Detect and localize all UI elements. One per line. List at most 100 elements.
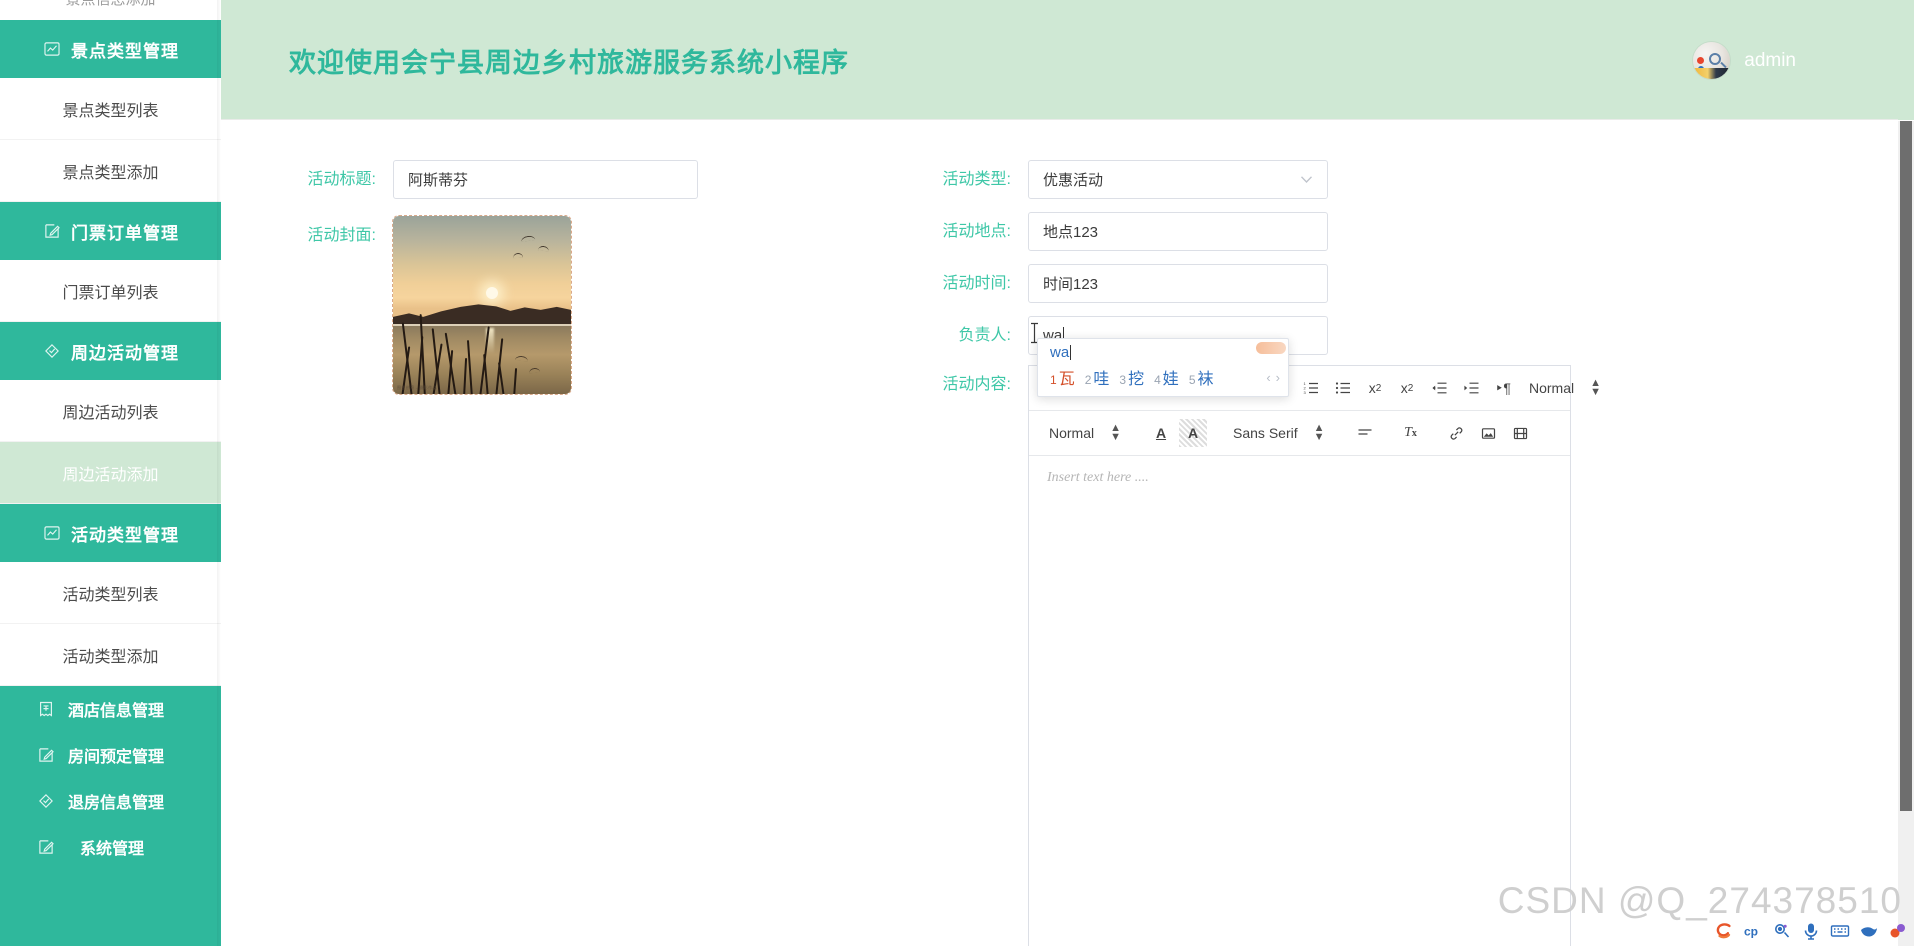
- field-activity-cover: 活动封面: 图虫创意 - 摄影作品: [256, 215, 776, 395]
- ime-candidate-num: 3: [1119, 373, 1127, 387]
- text-color-icon[interactable]: A: [1147, 419, 1175, 447]
- ime-candidate-1[interactable]: 1瓦: [1050, 365, 1075, 389]
- sidebar-group-nearby-activity[interactable]: 周边活动管理: [0, 322, 221, 380]
- ime-candidate-num: 4: [1154, 373, 1161, 387]
- ime-decoration: [1256, 342, 1286, 354]
- user-menu[interactable]: admin: [1693, 42, 1796, 79]
- background-color-icon[interactable]: A: [1179, 419, 1208, 447]
- ime-candidate-text: 娃: [1162, 371, 1179, 388]
- editor-toolbar-row-2: Normal ▲ ▼ A A Sans Serif ▲ ▼ Tx: [1029, 411, 1570, 456]
- activity-location-value: 地点123: [1043, 224, 1099, 241]
- sidebar-item-label: 景点类型添加: [62, 164, 159, 182]
- sidebar-item-label: 退房信息管理: [68, 795, 165, 812]
- pigeon-icon[interactable]: [1859, 921, 1879, 941]
- field-activity-title: 活动标题: 阿斯蒂芬: [256, 160, 776, 199]
- diamond-icon: [42, 341, 62, 361]
- sidebar-item-scenic-type-add[interactable]: 景点类型添加: [0, 140, 221, 202]
- image-icon[interactable]: [1475, 419, 1503, 447]
- text-direction-icon[interactable]: ‣¶: [1489, 374, 1517, 402]
- activity-type-label: 活动类型:: [942, 171, 1011, 188]
- sidebar-item-room-booking[interactable]: 房间预定管理: [0, 732, 221, 778]
- edit-icon: [36, 745, 56, 765]
- sidebar-item-label: 系统管理: [80, 841, 145, 858]
- chinese-english-toggle-icon[interactable]: cp: [1743, 921, 1763, 941]
- header-style-select-row1[interactable]: Normal ▲ ▼: [1523, 378, 1607, 398]
- sidebar-item-nearby-activity-add[interactable]: 周边活动添加: [0, 442, 221, 504]
- sidebar-item-partial-top[interactable]: 景点信息添加: [0, 0, 221, 20]
- avatar: [1693, 42, 1731, 79]
- clear-format-icon[interactable]: Tx: [1397, 419, 1425, 447]
- username-label: admin: [1744, 49, 1796, 71]
- font-family-select[interactable]: Sans Serif ▲ ▼: [1227, 423, 1330, 443]
- editor-placeholder: Insert text here ....: [1047, 470, 1149, 485]
- sidebar-group-ticket-order[interactable]: 门票订单管理: [0, 202, 221, 260]
- ime-candidate-text: 哇: [1093, 371, 1110, 388]
- activity-location-input[interactable]: 地点123: [1028, 212, 1328, 251]
- ime-candidate-3[interactable]: 3挖: [1119, 365, 1144, 389]
- sidebar-item-activity-type-add[interactable]: 活动类型添加: [0, 624, 221, 686]
- sidebar-group-activity-type[interactable]: 活动类型管理: [0, 504, 221, 562]
- microphone-icon[interactable]: [1801, 921, 1821, 941]
- activity-owner-label: 负责人:: [958, 327, 1011, 344]
- sidebar-item-nearby-activity-list[interactable]: 周边活动列表: [0, 380, 221, 442]
- activity-cover-thumbnail[interactable]: 图虫创意 - 摄影作品: [392, 215, 572, 395]
- svg-text:cp: cp: [1744, 925, 1758, 939]
- sidebar-item-label: 景点类型列表: [62, 102, 159, 120]
- activity-title-value: 阿斯蒂芬: [408, 172, 469, 189]
- outdent-icon[interactable]: [1425, 374, 1453, 402]
- sidebar-item-activity-type-list[interactable]: 活动类型列表: [0, 562, 221, 624]
- activity-type-select[interactable]: 优惠活动: [1028, 160, 1328, 199]
- ime-candidate-4[interactable]: 4娃: [1154, 365, 1179, 389]
- activity-cover-label: 活动封面:: [307, 227, 376, 244]
- vertical-scrollbar[interactable]: [1898, 121, 1914, 946]
- chart-icon: [42, 39, 62, 59]
- chevron-down-icon: [1300, 172, 1313, 187]
- superscript-icon[interactable]: x2: [1393, 374, 1421, 402]
- sidebar-item-system-management[interactable]: 系统管理: [0, 824, 221, 870]
- sidebar-item-checkout-info[interactable]: 退房信息管理: [0, 778, 221, 824]
- sidebar-item-scenic-type-list[interactable]: 景点类型列表: [0, 78, 221, 140]
- sidebar-item-label: 活动类型添加: [62, 648, 159, 666]
- sidebar-group-scenic-type[interactable]: 景点类型管理: [0, 20, 221, 78]
- ime-candidate-popup[interactable]: wa 1瓦 2哇 3挖 4娃 5袜 ‹ ›: [1037, 338, 1289, 397]
- header-style-value-2: Normal: [1049, 425, 1095, 441]
- activity-type-value: 优惠活动: [1043, 172, 1104, 189]
- activity-time-input[interactable]: 时间123: [1028, 264, 1328, 303]
- ime-candidate-text: 瓦: [1058, 371, 1075, 388]
- activity-content-label: 活动内容:: [942, 376, 1011, 393]
- header-style-select-row2[interactable]: Normal ▲ ▼: [1043, 422, 1127, 443]
- ime-prev-page-icon[interactable]: ‹: [1266, 370, 1270, 385]
- chart-icon: [42, 523, 62, 543]
- field-activity-location: 活动地点: 地点123: [891, 212, 1511, 251]
- ordered-list-icon[interactable]: 1 2 3: [1297, 374, 1325, 402]
- ime-pager: ‹ ›: [1266, 370, 1280, 385]
- subscript-icon[interactable]: x2: [1361, 374, 1389, 402]
- ime-candidate-5[interactable]: 5袜: [1189, 365, 1214, 389]
- align-icon[interactable]: [1351, 419, 1379, 447]
- indent-icon[interactable]: [1457, 374, 1485, 402]
- link-icon[interactable]: [1443, 419, 1471, 447]
- ime-composition-text: wa: [1050, 344, 1070, 361]
- font-family-value: Sans Serif: [1233, 425, 1298, 441]
- sogou-logo-icon[interactable]: [1714, 921, 1734, 941]
- bullet-list-icon[interactable]: [1329, 374, 1357, 402]
- activity-title-input[interactable]: 阿斯蒂芬: [393, 160, 698, 199]
- video-icon[interactable]: [1507, 419, 1535, 447]
- updown-caret-icon: ▲ ▼: [1110, 422, 1122, 443]
- settings-icon[interactable]: [1772, 921, 1792, 941]
- toolbox-icon[interactable]: [1888, 921, 1908, 941]
- sidebar-item-ticket-order-list[interactable]: 门票订单列表: [0, 260, 221, 322]
- editor-body[interactable]: Insert text here ....: [1029, 456, 1570, 500]
- sidebar-item-label: 酒店信息管理: [68, 703, 165, 720]
- soft-keyboard-icon[interactable]: [1830, 921, 1850, 941]
- sidebar-item-hotel-info[interactable]: 酒店信息管理: [0, 686, 221, 732]
- ime-candidate-2[interactable]: 2哇: [1085, 365, 1110, 389]
- ime-candidate-list: 1瓦 2哇 3挖 4娃 5袜 ‹ ›: [1038, 363, 1288, 396]
- scrollbar-thumb[interactable]: [1900, 121, 1912, 811]
- ime-floating-toolbar[interactable]: cp: [1708, 918, 1914, 944]
- app-root: 景点信息添加 景点类型管理 景点类型列表 景点类型添加: [0, 0, 1914, 946]
- page-title: 欢迎使用会宁县周边乡村旅游服务系统小程序: [289, 47, 849, 78]
- header-style-value: Normal: [1529, 380, 1575, 396]
- ime-next-page-icon[interactable]: ›: [1276, 370, 1280, 385]
- field-activity-type: 活动类型: 优惠活动: [891, 160, 1511, 199]
